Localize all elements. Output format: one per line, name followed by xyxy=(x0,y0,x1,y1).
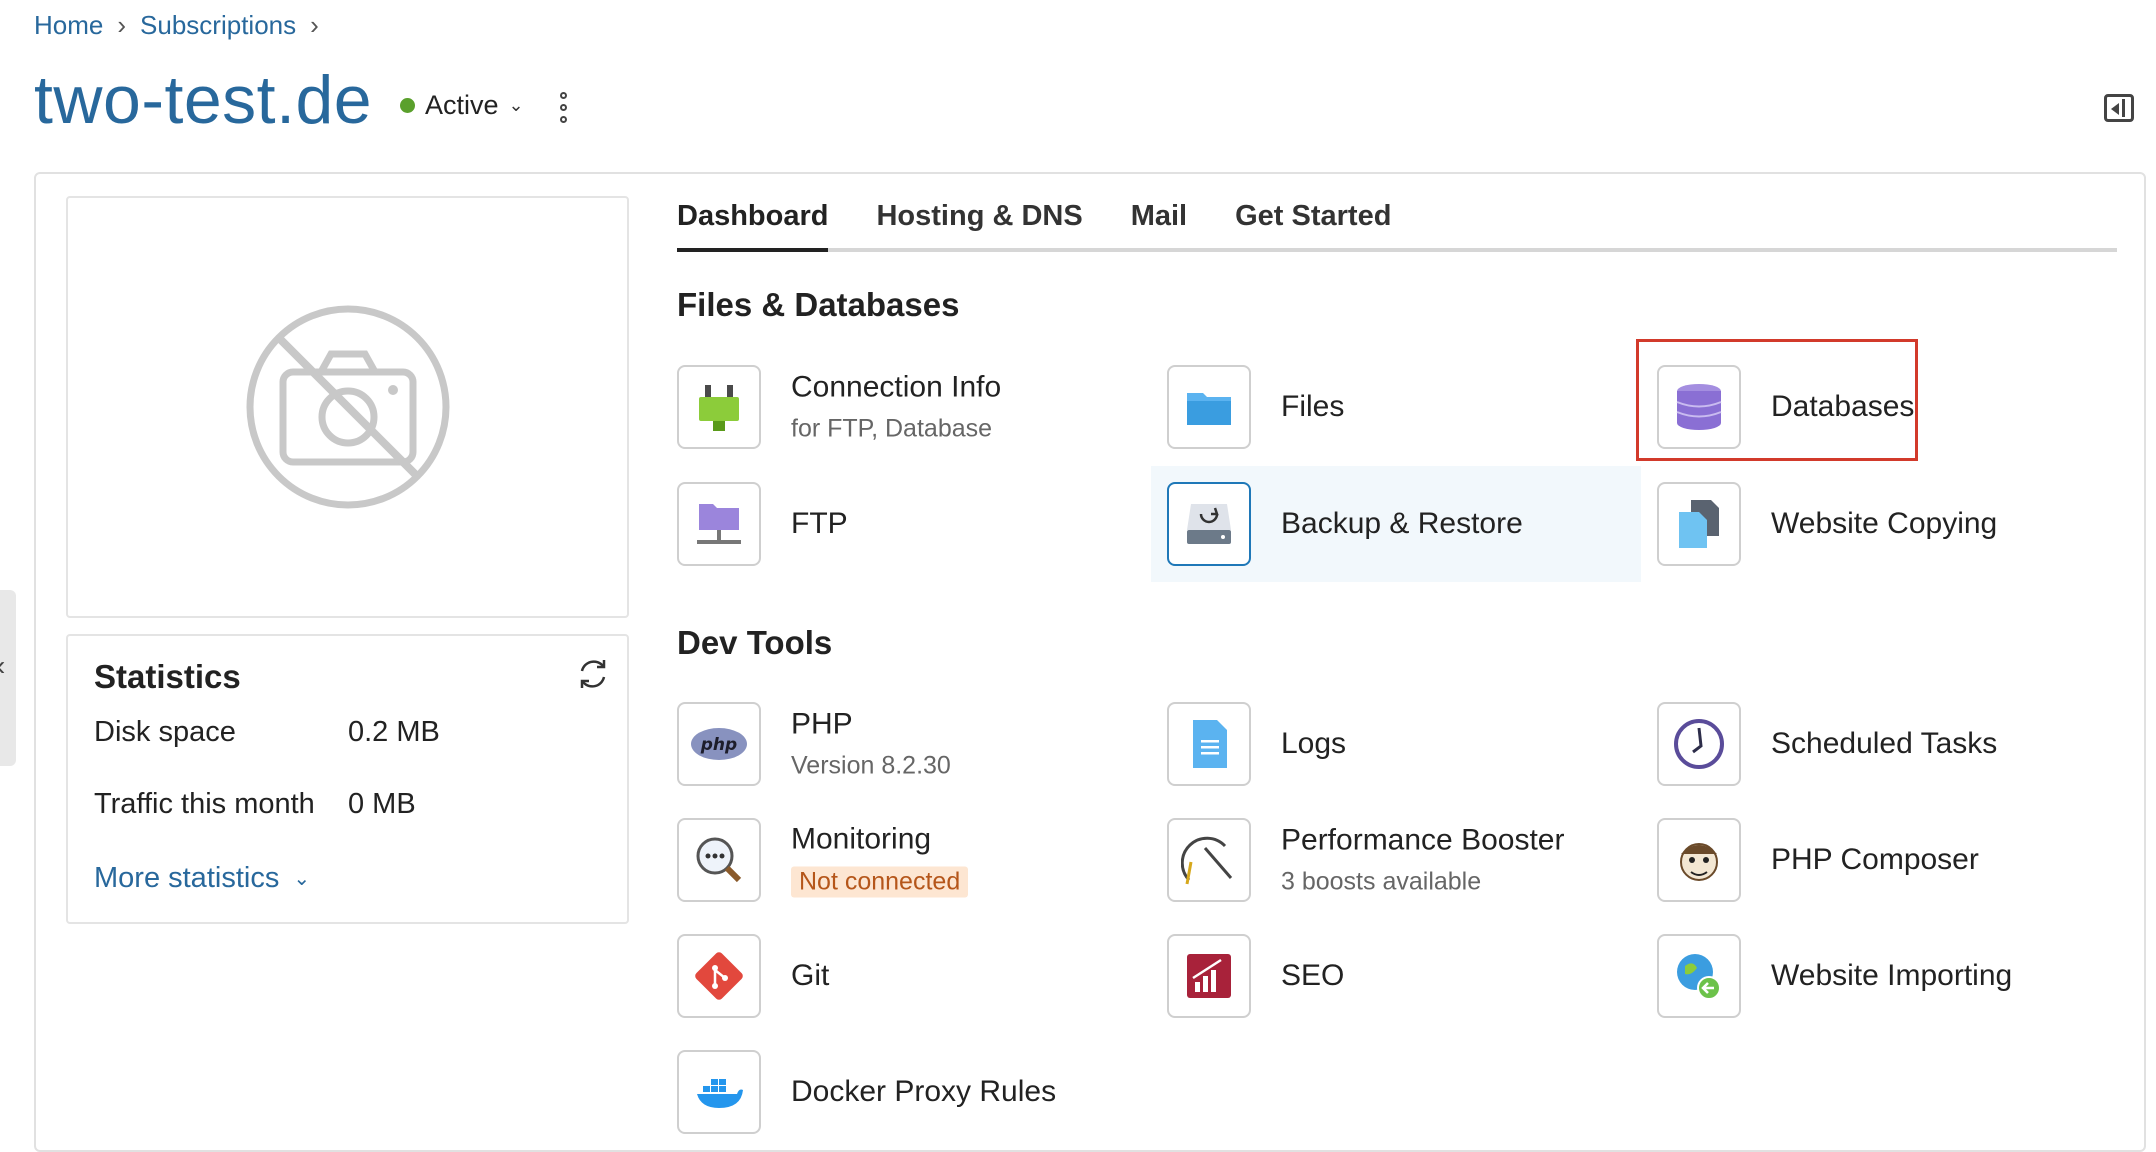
no-preview-icon xyxy=(246,305,449,509)
tile-logs[interactable]: Logs xyxy=(1151,686,1641,802)
logs-icon xyxy=(1167,702,1251,786)
tile-title: Scheduled Tasks xyxy=(1771,727,1998,760)
tile-title: Monitoring xyxy=(791,822,932,856)
status-label: Active xyxy=(425,90,499,120)
tab-dashboard[interactable]: Dashboard xyxy=(677,200,829,252)
side-panel-toggle-icon[interactable] xyxy=(2104,94,2134,122)
tile-title: Backup & Restore xyxy=(1281,507,1523,540)
tile-title: FTP xyxy=(791,507,848,540)
more-actions-button[interactable] xyxy=(560,92,567,123)
disk-space-label: Disk space xyxy=(94,716,236,748)
statistics-title: Statistics xyxy=(94,658,241,695)
tile-title: Logs xyxy=(1281,727,1347,760)
tile-backup-restore[interactable]: Backup & Restore xyxy=(1151,466,1641,582)
tab-hosting-dns[interactable]: Hosting & DNS xyxy=(876,200,1082,248)
tile-title: PHP Composer xyxy=(1771,843,1979,876)
status-dot-icon xyxy=(400,98,415,113)
more-statistics-label: More statistics xyxy=(94,862,280,894)
tile-scheduled-tasks[interactable]: Scheduled Tasks xyxy=(1641,686,2131,802)
status-badge: Not connected xyxy=(791,866,969,898)
tile-ftp[interactable]: FTP xyxy=(661,466,1151,582)
php-icon: php xyxy=(677,702,761,786)
breadcrumb-home[interactable]: Home xyxy=(34,10,103,41)
traffic-row: Traffic this month 0 MB xyxy=(94,788,416,821)
tab-get-started[interactable]: Get Started xyxy=(1235,200,1391,248)
gauge-icon xyxy=(1167,818,1251,902)
tile-docker-proxy-rules[interactable]: Docker Proxy Rules xyxy=(661,1034,1151,1150)
tile-subtitle: for FTP, Database xyxy=(791,414,993,443)
breadcrumb: Home › Subscriptions › xyxy=(34,10,319,41)
tile-title: Website Copying xyxy=(1771,507,1998,540)
docker-icon xyxy=(677,1050,761,1134)
tile-subtitle: 3 boosts available xyxy=(1281,867,1482,896)
tile-title: PHP xyxy=(791,707,853,741)
tile-website-copying[interactable]: Website Copying xyxy=(1641,466,2131,582)
disk-space-row: Disk space 0.2 MB xyxy=(94,716,440,749)
svg-text:php: php xyxy=(700,735,737,755)
plug-icon xyxy=(677,365,761,449)
copy-icon xyxy=(1657,482,1741,566)
breadcrumb-subscriptions[interactable]: Subscriptions xyxy=(140,10,296,41)
left-collapse-handle[interactable] xyxy=(0,590,16,766)
tile-php-composer[interactable]: PHP Composer xyxy=(1641,802,2131,918)
page-title: two-test.de xyxy=(34,62,373,138)
tile-title: SEO xyxy=(1281,959,1345,992)
tab-mail[interactable]: Mail xyxy=(1131,200,1187,248)
section-title-files: Files & Databases xyxy=(677,286,960,323)
breadcrumb-separator-icon: › xyxy=(310,10,319,40)
tile-files[interactable]: Files xyxy=(1151,349,1641,465)
tab-bar: Dashboard Hosting & DNS Mail Get Started xyxy=(677,200,2117,252)
status-dropdown[interactable]: Active ⌄ xyxy=(400,90,524,121)
tile-title: Performance Booster xyxy=(1281,823,1565,857)
tile-seo[interactable]: SEO xyxy=(1151,918,1641,1034)
seo-icon xyxy=(1167,934,1251,1018)
tile-subtitle: Version 8.2.30 xyxy=(791,751,951,780)
traffic-label: Traffic this month xyxy=(94,788,315,820)
folder-icon xyxy=(1167,365,1251,449)
clock-icon xyxy=(1657,702,1741,786)
refresh-icon[interactable] xyxy=(575,656,611,692)
section-title-dev-tools: Dev Tools xyxy=(677,624,833,661)
tile-performance-booster[interactable]: Performance Booster 3 boosts available xyxy=(1151,802,1641,918)
tile-title: Docker Proxy Rules xyxy=(791,1075,1057,1108)
website-preview xyxy=(66,196,629,618)
traffic-value: 0 MB xyxy=(348,788,416,820)
tile-git[interactable]: Git xyxy=(661,918,1151,1034)
more-statistics-link[interactable]: More statistics ⌄ xyxy=(94,862,310,895)
chevron-down-icon: ⌄ xyxy=(508,95,524,115)
tile-php[interactable]: php PHP Version 8.2.30 xyxy=(661,686,1151,802)
disk-space-value: 0.2 MB xyxy=(348,716,440,748)
tile-website-importing[interactable]: Website Importing xyxy=(1641,918,2131,1034)
chevron-down-icon: ⌄ xyxy=(293,868,311,890)
tile-title: Connection Info xyxy=(791,370,1002,404)
tile-connection-info[interactable]: Connection Info for FTP, Database xyxy=(661,349,1151,465)
tile-monitoring[interactable]: Monitoring Not connected xyxy=(661,802,1151,918)
tile-title: Git xyxy=(791,959,830,992)
tile-title: Files xyxy=(1281,390,1345,423)
composer-icon xyxy=(1657,818,1741,902)
ftp-icon xyxy=(677,482,761,566)
git-icon xyxy=(677,934,761,1018)
backup-icon xyxy=(1167,482,1251,566)
databases-highlight-box xyxy=(1636,339,1918,461)
statistics-panel: Statistics Disk space 0.2 MB Traffic thi… xyxy=(66,634,629,924)
breadcrumb-separator-icon: › xyxy=(117,10,127,40)
tile-title: Website Importing xyxy=(1771,959,2013,992)
globe-import-icon xyxy=(1657,934,1741,1018)
monitoring-icon xyxy=(677,818,761,902)
